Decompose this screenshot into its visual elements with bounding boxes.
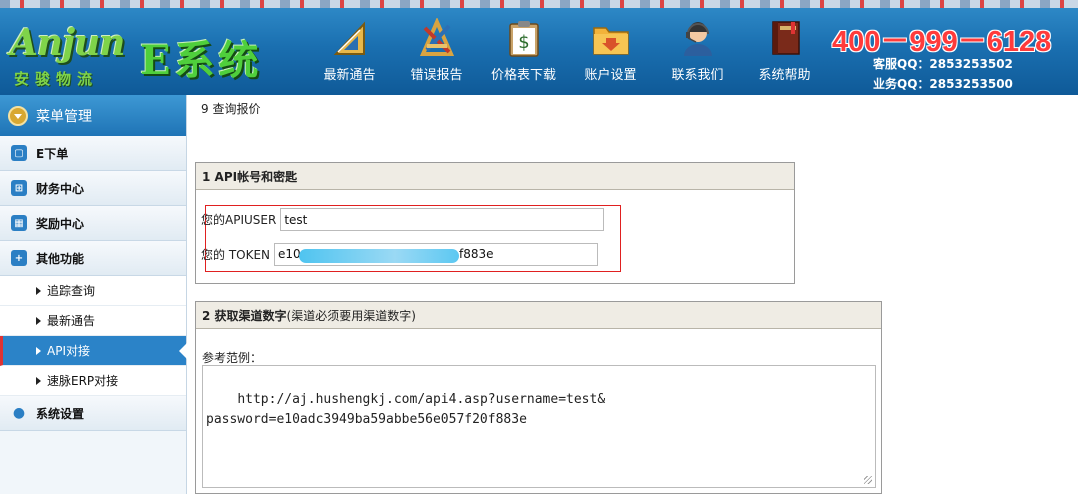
nav-label: 价格表下载: [490, 68, 556, 83]
support-agent-icon: [676, 16, 720, 60]
menu-title: 菜单管理: [36, 108, 92, 125]
nav-error-report[interactable]: 错误报告: [393, 16, 480, 86]
apiuser-row: 您的APIUSER test: [201, 208, 605, 231]
plus-box-icon: +: [11, 250, 27, 266]
service-qq: 客服QQ：2853253502: [873, 57, 1013, 71]
header-bar: Anjun 安骏物流 E系统 最新通告 错误报告 $ 价格表下载 账户设置 联系…: [0, 8, 1078, 95]
top-nav: 最新通告 错误报告 $ 价格表下载 账户设置 联系我们 系统帮助: [306, 16, 828, 86]
nav-system-help[interactable]: 系统帮助: [741, 16, 828, 86]
redaction-mark: [299, 249, 460, 263]
help-book-icon: [763, 16, 807, 60]
example-text: http://aj.hushengkj.com/api4.asp?usernam…: [206, 392, 606, 427]
sidebar-item-rewards[interactable]: ▦ 奖励中心: [0, 206, 186, 241]
price-list-icon: $: [502, 16, 546, 60]
notice-icon: [328, 16, 372, 60]
token-suffix: f883e: [459, 247, 494, 261]
sidebar-item-label: E下单: [36, 146, 69, 161]
nav-label: 错误报告: [410, 68, 463, 83]
logo-wordmark: Anjun: [10, 22, 125, 64]
browser-top-strip: [0, 0, 1078, 8]
sidebar-item-other[interactable]: + 其他功能: [0, 241, 186, 276]
triangle-right-icon: [36, 286, 41, 295]
example-label: 参考范例：: [202, 351, 263, 365]
sidebar-subitem-api[interactable]: API对接: [0, 336, 187, 366]
panel-title: 1 API帐号和密匙: [196, 163, 794, 190]
nav-label: 系统帮助: [758, 68, 811, 83]
order-icon: ▢: [11, 145, 27, 161]
token-label: 您的 TOKEN: [201, 248, 271, 262]
nav-label: 账户设置: [584, 68, 637, 83]
sidebar-item-finance[interactable]: ⊞ 财务中心: [0, 171, 186, 206]
system-title: E系统: [140, 37, 263, 84]
anjun-logo[interactable]: Anjun 安骏物流: [6, 22, 131, 92]
sidebar-subitem-tracking[interactable]: 追踪查询: [0, 276, 186, 306]
panel-title: 2 获取渠道数字 (渠道必须要用渠道数字): [196, 302, 881, 329]
cart-icon: ⊞: [11, 180, 27, 196]
chevron-down-icon: [8, 105, 28, 126]
business-qq: 业务QQ：2853253500: [873, 77, 1013, 91]
triangle-right-icon: [36, 316, 41, 325]
logo-chinese: 安骏物流: [14, 70, 99, 88]
token-prefix: e10: [278, 247, 301, 261]
apiuser-field[interactable]: test: [280, 208, 605, 231]
sidebar-item-label: 系统设置: [36, 406, 85, 421]
hotline-number: 400－999－6128: [832, 26, 1052, 58]
sidebar-subitem-label: 最新通告: [47, 314, 96, 328]
sidebar-item-e-order[interactable]: ▢ E下单: [0, 136, 186, 171]
calendar-icon: ▦: [11, 215, 27, 231]
nav-label: 最新通告: [323, 68, 376, 83]
sidebar-subitem-label: 追踪查询: [47, 284, 96, 298]
channel-number-panel: 2 获取渠道数字 (渠道必须要用渠道数字) 参考范例： http://aj.hu…: [195, 301, 882, 494]
token-row: 您的 TOKEN e10 f883e: [201, 243, 599, 266]
user-icon: ●: [12, 405, 26, 421]
sidebar-item-label: 其他功能: [36, 251, 85, 266]
nav-price-download[interactable]: $ 价格表下载: [480, 16, 567, 86]
apiuser-label: 您的APIUSER: [201, 213, 277, 227]
breadcrumb: 9 查询报价: [201, 102, 261, 116]
sidebar-item-label: 财务中心: [36, 181, 85, 196]
api-credentials-panel: 1 API帐号和密匙 您的APIUSER test 您的 TOKEN e10 f…: [195, 162, 795, 284]
sidebar: 菜单管理 ▢ E下单 ⊞ 财务中心 ▦ 奖励中心 + 其他功能 追踪查询 最新通…: [0, 95, 187, 494]
sidebar-subitem-erp[interactable]: 速脉ERP对接: [0, 366, 186, 396]
panel-title-text: 2 获取渠道数字: [202, 308, 287, 323]
nav-label: 联系我们: [671, 68, 724, 83]
menu-header[interactable]: 菜单管理: [0, 95, 186, 136]
resize-grip-icon[interactable]: [864, 476, 872, 484]
svg-text:$: $: [518, 32, 529, 53]
triangle-right-icon: [36, 346, 41, 355]
sidebar-subitem-notice[interactable]: 最新通告: [0, 306, 186, 336]
sidebar-subitem-label: API对接: [47, 344, 90, 358]
example-textarea[interactable]: http://aj.hushengkj.com/api4.asp?usernam…: [202, 365, 876, 488]
sidebar-item-system-settings[interactable]: ● 系统设置: [0, 396, 186, 431]
error-report-icon: [415, 16, 459, 60]
nav-contact-us[interactable]: 联系我们: [654, 16, 741, 86]
apiuser-value: test: [284, 212, 308, 227]
nav-latest-notice[interactable]: 最新通告: [306, 16, 393, 86]
triangle-right-icon: [36, 376, 41, 385]
panel-title-note: (渠道必须要用渠道数字): [286, 308, 416, 323]
sidebar-subitem-label: 速脉ERP对接: [47, 374, 119, 388]
nav-account-settings[interactable]: 账户设置: [567, 16, 654, 86]
token-field[interactable]: e10 f883e: [274, 243, 599, 266]
account-folder-icon: [589, 16, 633, 60]
sidebar-item-label: 奖励中心: [36, 216, 85, 231]
